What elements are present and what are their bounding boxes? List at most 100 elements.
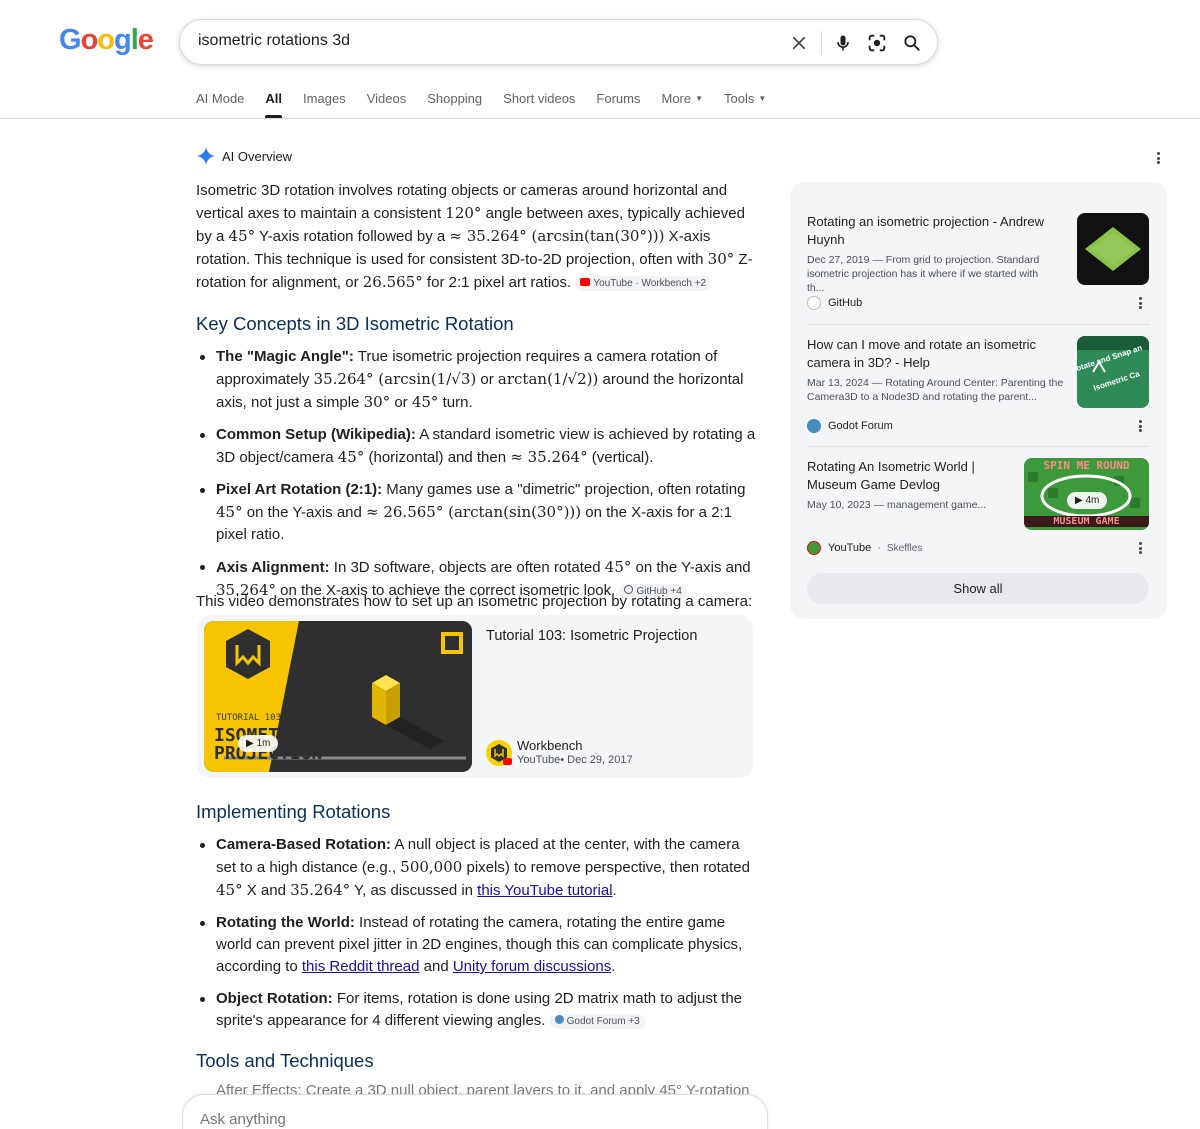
source-thumbnail[interactable]: SPIN ME ROUND MUSEUM GAME ▶ 4m — [1024, 458, 1149, 530]
math: 30° — [363, 393, 391, 411]
source-chip[interactable]: Godot Forum +3 — [549, 1014, 645, 1029]
text: Y, as discussed in — [350, 882, 478, 899]
text: or — [476, 371, 498, 388]
more-options-icon[interactable] — [1153, 151, 1163, 165]
tab-label: Forums — [596, 91, 641, 106]
math: 45° — [216, 881, 243, 899]
list-item: The "Magic Angle": True isometric projec… — [196, 346, 756, 414]
list-item: Common Setup (Wikipedia): A standard iso… — [196, 424, 756, 469]
youtube-tutorial-link[interactable]: this YouTube tutorial — [477, 882, 612, 899]
source-snippet: Dec 27, 2019 — From grid to projection. … — [807, 254, 1040, 294]
tab-ai-mode[interactable]: AI Mode — [196, 91, 244, 118]
microphone-icon[interactable] — [831, 31, 855, 55]
clear-icon[interactable] — [787, 31, 811, 55]
thumb-top-text: SPIN ME ROUND — [1043, 459, 1130, 472]
item-label: The "Magic Angle": — [216, 348, 354, 365]
item-label: Rotating the World: — [216, 914, 355, 931]
youtube-channel-avatar — [807, 541, 821, 555]
tab-short-videos[interactable]: Short videos — [503, 91, 575, 118]
ai-overview-title: AI Overview — [222, 148, 293, 164]
search-box — [179, 19, 938, 65]
math: 30° — [707, 250, 735, 268]
tab-label: AI Mode — [196, 91, 245, 106]
source-chip[interactable]: YouTube · Workbench +2 — [575, 276, 712, 291]
header-divider — [0, 118, 1200, 119]
math: ≈ 35.264° — [510, 448, 588, 466]
implementing-list: Camera-Based Rotation: A null object is … — [196, 834, 756, 1042]
thumb-subtitle: TUTORIAL 103: — [216, 713, 287, 723]
thumb-bottom-text: MUSEUM GAME — [1024, 516, 1149, 527]
logo-letter: o — [97, 24, 115, 56]
text: In 3D software, objects are often rotate… — [329, 559, 605, 576]
tab-videos[interactable]: Videos — [367, 91, 407, 118]
math: 35.264° (arcsin(1/√3) — [313, 370, 477, 388]
math: 120° — [445, 204, 482, 222]
search-input[interactable] — [198, 32, 758, 50]
tab-label: Videos — [366, 91, 407, 106]
ask-bar — [182, 1094, 768, 1129]
search-icon[interactable] — [900, 31, 924, 55]
text: Many games use a "dimetric" projection, … — [382, 481, 746, 498]
ask-input[interactable] — [200, 1111, 600, 1128]
caret-down-icon: ▼ — [758, 94, 767, 103]
item-label: Object Rotation: — [216, 990, 333, 1007]
reddit-thread-link[interactable]: this Reddit thread — [302, 958, 420, 975]
video-intro-text: This video demonstrates how to set up an… — [196, 593, 753, 610]
source-title[interactable]: Rotating an isometric projection - Andre… — [807, 213, 1057, 249]
tab-shopping[interactable]: Shopping — [427, 91, 482, 118]
list-item: Rotating the World: Instead of rotating … — [196, 912, 756, 978]
math: 45° — [228, 227, 256, 245]
more-options-icon[interactable] — [1135, 296, 1145, 310]
show-all-button[interactable]: Show all — [807, 573, 1149, 604]
source-title[interactable]: Rotating An Isometric World | Museum Gam… — [807, 458, 1007, 494]
text: X and — [242, 882, 291, 899]
search-divider — [821, 31, 822, 55]
source-title[interactable]: How can I move and rotate an isometric c… — [807, 336, 1069, 372]
tab-label: All — [265, 91, 283, 106]
github-icon — [807, 296, 821, 310]
text: Y-axis rotation followed by a — [255, 228, 450, 245]
tab-label: Tools — [724, 91, 755, 106]
channel-avatar — [486, 740, 512, 766]
text: pixels) to remove perspective, then rota… — [462, 859, 750, 876]
more-options-icon[interactable] — [1135, 419, 1145, 433]
source-thumbnail[interactable]: otate and Snap an Isometric Ca — [1077, 336, 1149, 408]
section-heading: Tools and Techniques — [196, 1050, 374, 1071]
tab-tools[interactable]: Tools ▼ — [724, 91, 766, 118]
math: 500,000 — [400, 858, 463, 876]
source-site: Godot Forum — [807, 419, 893, 433]
text: or — [390, 394, 412, 411]
video-title[interactable]: Tutorial 103: Isometric Projection — [486, 628, 697, 644]
tab-label: Shopping — [427, 91, 483, 106]
tab-forums[interactable]: Forums — [596, 91, 640, 118]
text: . — [611, 958, 616, 975]
source-snippet: Mar 13, 2024 — Rotating Around Center: P… — [807, 377, 1064, 403]
duration: 4m — [1085, 495, 1100, 506]
site-name: Godot Forum — [828, 420, 893, 432]
item-label: Common Setup (Wikipedia): — [216, 426, 416, 443]
lens-icon[interactable] — [865, 31, 889, 55]
text: (horizontal) and then — [364, 449, 511, 466]
math: ≈ 26.565° (arctan(sin(30°))) — [366, 503, 582, 521]
search-tabs: AI Mode All Images Videos Shopping Short… — [196, 91, 787, 119]
duration: 1m — [256, 738, 271, 749]
text: turn. — [438, 394, 473, 411]
play-icon: ▶ — [246, 738, 257, 749]
google-logo[interactable]: Google — [59, 24, 154, 57]
tab-images[interactable]: Images — [303, 91, 346, 118]
video-card[interactable]: TUTORIAL 103: ISOMETRIC PROJECTION ▶ 1m … — [197, 615, 753, 778]
source-thumbnail[interactable] — [1077, 213, 1149, 285]
tab-more[interactable]: More ▼ — [661, 91, 703, 118]
more-options-icon[interactable] — [1135, 541, 1145, 555]
list-item: Object Rotation: For items, rotation is … — [196, 988, 756, 1032]
unity-forum-link[interactable]: Unity forum discussions — [453, 958, 611, 975]
video-duration-badge: ▶ 4m — [1067, 492, 1108, 509]
sources-panel: Rotating an isometric projection - Andre… — [790, 182, 1167, 619]
video-thumbnail[interactable]: TUTORIAL 103: ISOMETRIC PROJECTION ▶ 1m — [204, 621, 472, 772]
tab-all[interactable]: All — [265, 91, 282, 118]
overview-intro: Isometric 3D rotation involves rotating … — [196, 180, 756, 294]
logo-letter: e — [137, 24, 154, 56]
key-concepts-list: The "Magic Angle": True isometric projec… — [196, 346, 756, 612]
tab-label: Images — [303, 91, 346, 106]
godot-icon — [554, 1015, 564, 1024]
